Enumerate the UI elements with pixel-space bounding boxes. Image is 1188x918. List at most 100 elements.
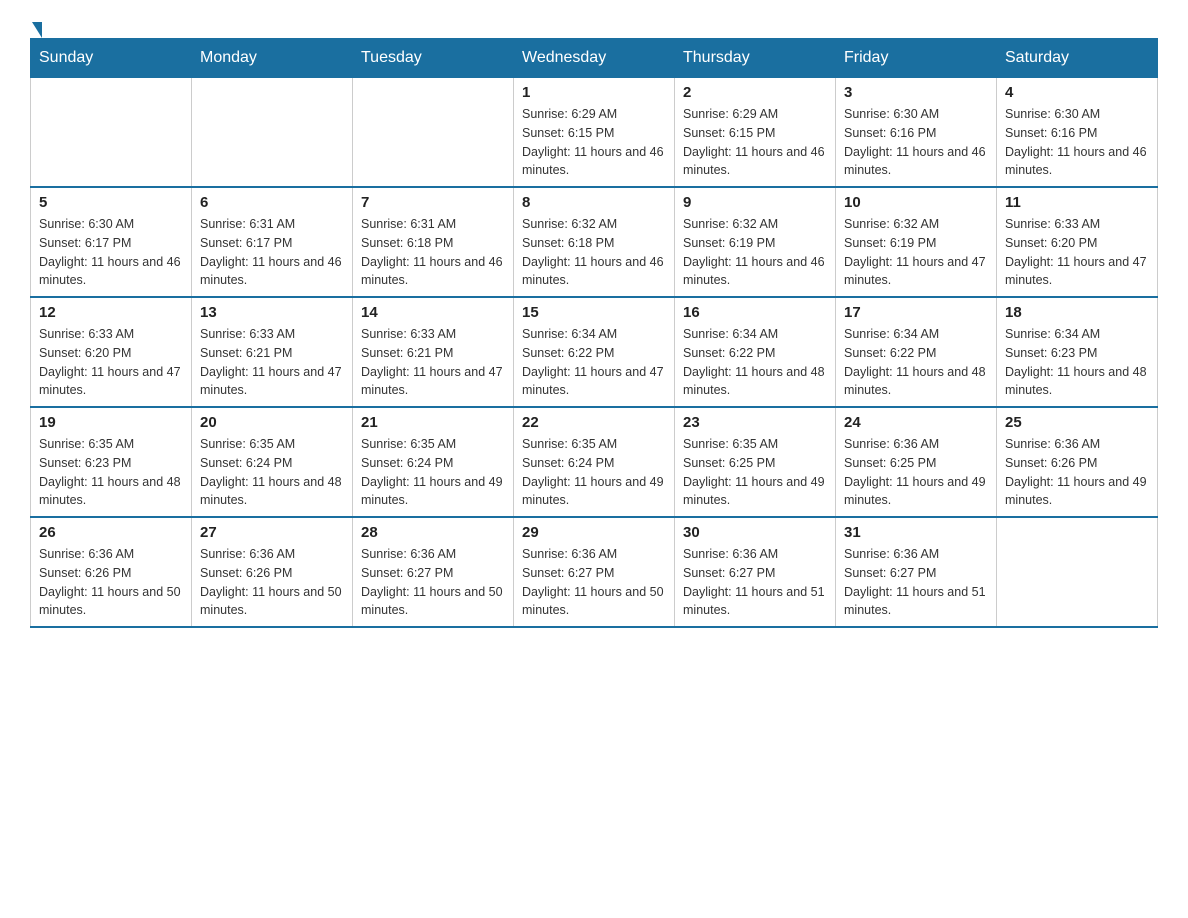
day-number: 1: [522, 84, 666, 101]
calendar-week-3: 12 Sunrise: 6:33 AMSunset: 6:20 PMDayligh…: [31, 297, 1158, 407]
day-info: Sunrise: 6:34 AMSunset: 6:23 PMDaylight:…: [1005, 325, 1149, 400]
day-number: 21: [361, 414, 505, 431]
day-info: Sunrise: 6:30 AMSunset: 6:17 PMDaylight:…: [39, 215, 183, 290]
day-number: 31: [844, 524, 988, 541]
calendar-cell: 7 Sunrise: 6:31 AMSunset: 6:18 PMDaylight…: [353, 187, 514, 297]
calendar-cell: 4 Sunrise: 6:30 AMSunset: 6:16 PMDaylight…: [997, 78, 1158, 188]
calendar-cell: 15 Sunrise: 6:34 AMSunset: 6:22 PMDayligh…: [514, 297, 675, 407]
day-number: 6: [200, 194, 344, 211]
day-info: Sunrise: 6:33 AMSunset: 6:21 PMDaylight:…: [361, 325, 505, 400]
calendar-cell: 10Sunrise: 6:32 AMSunset: 6:19 PMDayligh…: [836, 187, 997, 297]
calendar-cell: [997, 517, 1158, 627]
calendar-cell: 11 Sunrise: 6:33 AMSunset: 6:20 PMDayligh…: [997, 187, 1158, 297]
calendar-cell: 25Sunrise: 6:36 AMSunset: 6:26 PMDayligh…: [997, 407, 1158, 517]
day-info: Sunrise: 6:36 AMSunset: 6:25 PMDaylight:…: [844, 435, 988, 510]
day-info: Sunrise: 6:36 AMSunset: 6:27 PMDaylight:…: [522, 545, 666, 620]
day-info: Sunrise: 6:36 AMSunset: 6:26 PMDaylight:…: [39, 545, 183, 620]
day-number: 23: [683, 414, 827, 431]
day-number: 30: [683, 524, 827, 541]
day-number: 2: [683, 84, 827, 101]
day-number: 15: [522, 304, 666, 321]
calendar-cell: 26 Sunrise: 6:36 AMSunset: 6:26 PMDayligh…: [31, 517, 192, 627]
day-number: 7: [361, 194, 505, 211]
day-info: Sunrise: 6:32 AMSunset: 6:19 PMDaylight:…: [683, 215, 827, 290]
calendar-body: 1 Sunrise: 6:29 AMSunset: 6:15 PMDaylight…: [31, 78, 1158, 628]
calendar-week-5: 26 Sunrise: 6:36 AMSunset: 6:26 PMDayligh…: [31, 517, 1158, 627]
calendar-cell: [31, 78, 192, 188]
day-number: 8: [522, 194, 666, 211]
day-info: Sunrise: 6:30 AMSunset: 6:16 PMDaylight:…: [844, 105, 988, 180]
day-number: 9: [683, 194, 827, 211]
day-number: 26: [39, 524, 183, 541]
day-info: Sunrise: 6:33 AMSunset: 6:21 PMDaylight:…: [200, 325, 344, 400]
day-number: 29: [522, 524, 666, 541]
day-info: Sunrise: 6:35 AMSunset: 6:25 PMDaylight:…: [683, 435, 827, 510]
day-info: Sunrise: 6:36 AMSunset: 6:27 PMDaylight:…: [361, 545, 505, 620]
day-number: 4: [1005, 84, 1149, 101]
calendar-cell: 2Sunrise: 6:29 AMSunset: 6:15 PMDaylight…: [675, 78, 836, 188]
day-info: Sunrise: 6:33 AMSunset: 6:20 PMDaylight:…: [39, 325, 183, 400]
weekday-header-thursday: Thursday: [675, 39, 836, 78]
day-info: Sunrise: 6:31 AMSunset: 6:18 PMDaylight:…: [361, 215, 505, 290]
day-number: 27: [200, 524, 344, 541]
day-number: 16: [683, 304, 827, 321]
day-number: 20: [200, 414, 344, 431]
page-header: [30, 20, 1158, 28]
calendar-cell: 30Sunrise: 6:36 AMSunset: 6:27 PMDayligh…: [675, 517, 836, 627]
day-info: Sunrise: 6:29 AMSunset: 6:15 PMDaylight:…: [522, 105, 666, 180]
calendar-cell: 9 Sunrise: 6:32 AMSunset: 6:19 PMDaylight…: [675, 187, 836, 297]
day-number: 14: [361, 304, 505, 321]
calendar-cell: 1 Sunrise: 6:29 AMSunset: 6:15 PMDaylight…: [514, 78, 675, 188]
calendar-cell: 16 Sunrise: 6:34 AMSunset: 6:22 PMDayligh…: [675, 297, 836, 407]
day-info: Sunrise: 6:30 AMSunset: 6:16 PMDaylight:…: [1005, 105, 1149, 180]
calendar-cell: 19 Sunrise: 6:35 AMSunset: 6:23 PMDayligh…: [31, 407, 192, 517]
calendar-cell: 28 Sunrise: 6:36 AMSunset: 6:27 PMDayligh…: [353, 517, 514, 627]
day-info: Sunrise: 6:31 AMSunset: 6:17 PMDaylight:…: [200, 215, 344, 290]
day-number: 5: [39, 194, 183, 211]
day-info: Sunrise: 6:34 AMSunset: 6:22 PMDaylight:…: [683, 325, 827, 400]
weekday-header-wednesday: Wednesday: [514, 39, 675, 78]
calendar-cell: 24Sunrise: 6:36 AMSunset: 6:25 PMDayligh…: [836, 407, 997, 517]
day-info: Sunrise: 6:36 AMSunset: 6:26 PMDaylight:…: [200, 545, 344, 620]
calendar-cell: 29 Sunrise: 6:36 AMSunset: 6:27 PMDayligh…: [514, 517, 675, 627]
day-info: Sunrise: 6:36 AMSunset: 6:27 PMDaylight:…: [844, 545, 988, 620]
calendar-week-2: 5 Sunrise: 6:30 AMSunset: 6:17 PMDaylight…: [31, 187, 1158, 297]
weekday-header-friday: Friday: [836, 39, 997, 78]
calendar-week-1: 1 Sunrise: 6:29 AMSunset: 6:15 PMDaylight…: [31, 78, 1158, 188]
logo-arrow-icon: [32, 22, 42, 38]
day-number: 18: [1005, 304, 1149, 321]
calendar-cell: 23 Sunrise: 6:35 AMSunset: 6:25 PMDayligh…: [675, 407, 836, 517]
calendar-cell: 13 Sunrise: 6:33 AMSunset: 6:21 PMDayligh…: [192, 297, 353, 407]
calendar-cell: 20 Sunrise: 6:35 AMSunset: 6:24 PMDayligh…: [192, 407, 353, 517]
day-number: 12: [39, 304, 183, 321]
day-number: 13: [200, 304, 344, 321]
weekday-header-saturday: Saturday: [997, 39, 1158, 78]
day-info: Sunrise: 6:33 AMSunset: 6:20 PMDaylight:…: [1005, 215, 1149, 290]
calendar-cell: 31 Sunrise: 6:36 AMSunset: 6:27 PMDayligh…: [836, 517, 997, 627]
day-info: Sunrise: 6:32 AMSunset: 6:19 PMDaylight:…: [844, 215, 988, 290]
day-info: Sunrise: 6:35 AMSunset: 6:24 PMDaylight:…: [361, 435, 505, 510]
logo: [30, 20, 44, 28]
calendar-table: SundayMondayTuesdayWednesdayThursdayFrid…: [30, 38, 1158, 628]
weekday-header-sunday: Sunday: [31, 39, 192, 78]
calendar-cell: [192, 78, 353, 188]
calendar-cell: 3Sunrise: 6:30 AMSunset: 6:16 PMDaylight…: [836, 78, 997, 188]
calendar-cell: 8 Sunrise: 6:32 AMSunset: 6:18 PMDaylight…: [514, 187, 675, 297]
day-info: Sunrise: 6:35 AMSunset: 6:24 PMDaylight:…: [200, 435, 344, 510]
calendar-cell: 12 Sunrise: 6:33 AMSunset: 6:20 PMDayligh…: [31, 297, 192, 407]
day-number: 28: [361, 524, 505, 541]
day-info: Sunrise: 6:34 AMSunset: 6:22 PMDaylight:…: [522, 325, 666, 400]
day-number: 19: [39, 414, 183, 431]
calendar-cell: 14 Sunrise: 6:33 AMSunset: 6:21 PMDayligh…: [353, 297, 514, 407]
calendar-header: SundayMondayTuesdayWednesdayThursdayFrid…: [31, 39, 1158, 78]
weekday-header-row: SundayMondayTuesdayWednesdayThursdayFrid…: [31, 39, 1158, 78]
calendar-cell: 21 Sunrise: 6:35 AMSunset: 6:24 PMDayligh…: [353, 407, 514, 517]
day-number: 17: [844, 304, 988, 321]
weekday-header-monday: Monday: [192, 39, 353, 78]
day-number: 11: [1005, 194, 1149, 211]
day-info: Sunrise: 6:35 AMSunset: 6:24 PMDaylight:…: [522, 435, 666, 510]
day-info: Sunrise: 6:34 AMSunset: 6:22 PMDaylight:…: [844, 325, 988, 400]
day-info: Sunrise: 6:35 AMSunset: 6:23 PMDaylight:…: [39, 435, 183, 510]
calendar-cell: [353, 78, 514, 188]
day-info: Sunrise: 6:32 AMSunset: 6:18 PMDaylight:…: [522, 215, 666, 290]
